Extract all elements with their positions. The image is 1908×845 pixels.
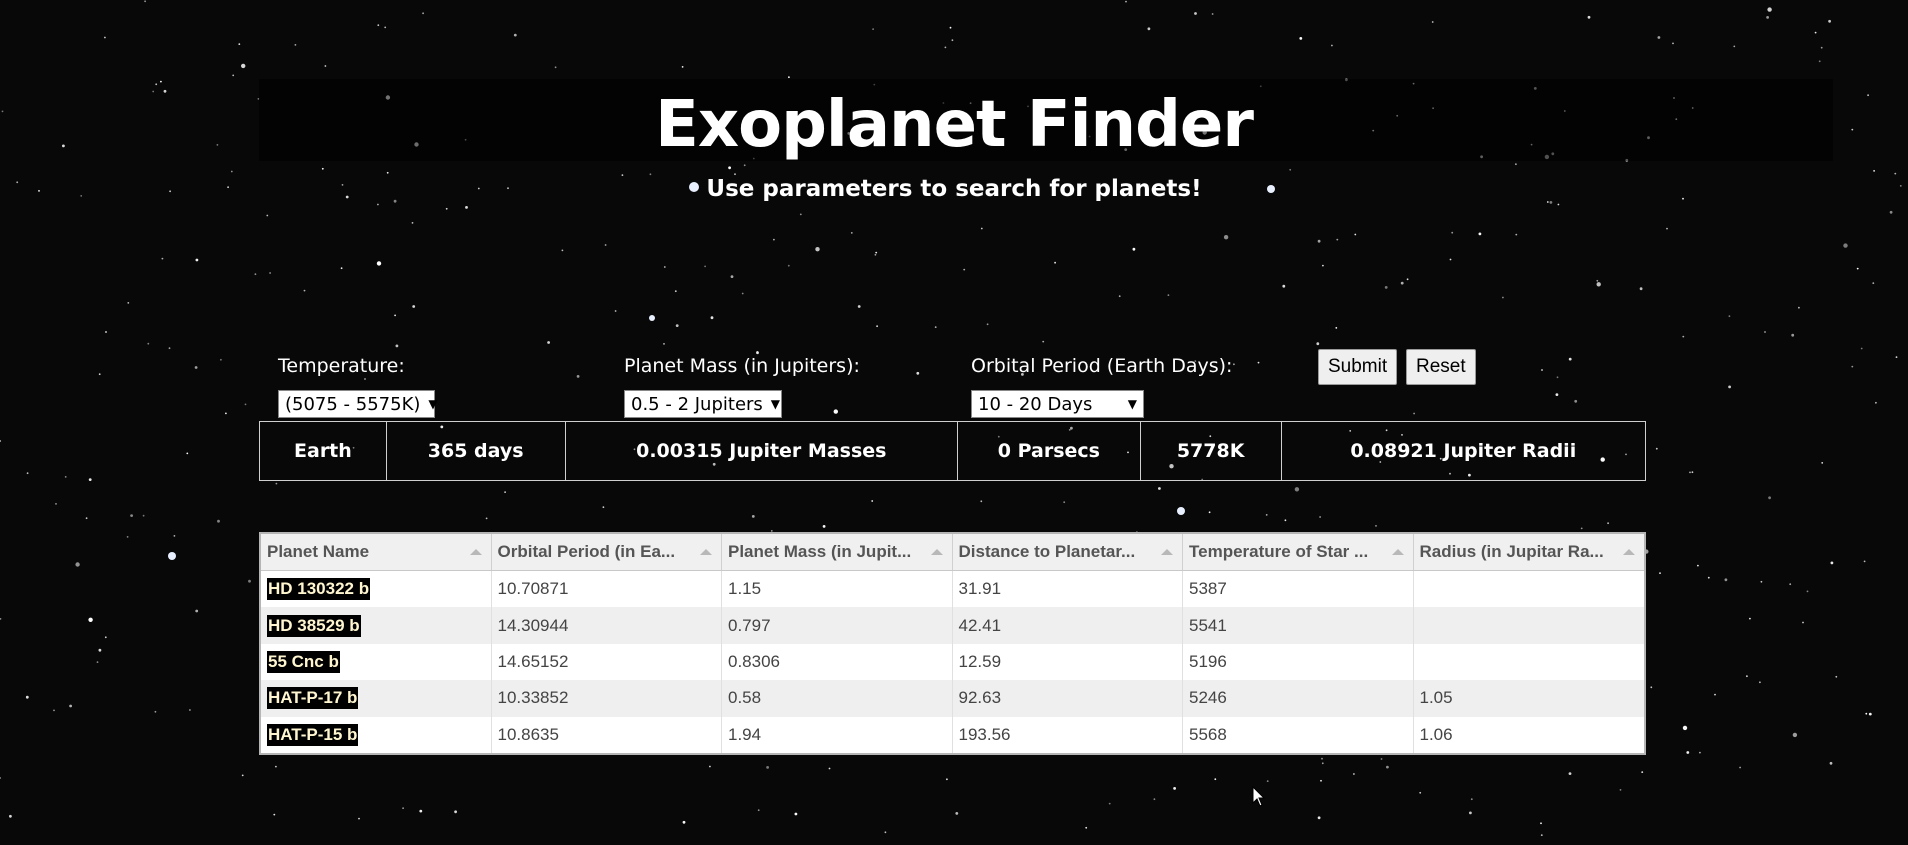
radius-cell: 1.06 (1419, 724, 1453, 744)
sort-up-icon[interactable] (469, 549, 482, 555)
temperature-select[interactable]: (5075 - 5575K) ▼ (278, 390, 438, 418)
mass-label: Planet Mass (in Jupiters): (624, 355, 860, 377)
planet-name: 55 Cnc b (267, 650, 340, 673)
sort-up-icon[interactable] (1161, 549, 1173, 555)
earth-temperature: 5778K (1141, 422, 1282, 480)
planet-name: HD 38529 b (267, 614, 361, 637)
earth-mass: 0.00315 Jupiter Masses (566, 422, 958, 480)
column-header-temperature[interactable]: Temperature of Star ... (1183, 534, 1414, 570)
earth-radius: 0.08921 Jupiter Radii (1350, 440, 1577, 462)
distance-cell: 92.63 (953, 680, 1183, 717)
temperature-cell: 5246 (1183, 680, 1414, 717)
page-title: Exoplanet Finder (655, 88, 1254, 162)
mouse-pointer-icon (1252, 786, 1266, 807)
period-filter: Orbital Period (Earth Days): 10 - 20 Day… (971, 352, 1232, 418)
temperature-cell: 5196 (1183, 643, 1414, 681)
period-label: Orbital Period (Earth Days): (971, 355, 1233, 377)
table-row[interactable]: HD 130322 b 10.70871 1.15 31.91 5387 (261, 571, 1645, 608)
reset-button[interactable]: Reset (1406, 349, 1476, 385)
dropdown-caret-icon: ▼ (428, 397, 438, 411)
table-row[interactable]: 55 Cnc b 14.65152 0.8306 12.59 5196 (261, 643, 1645, 681)
orbital-period-cell: 10.8635 (492, 716, 722, 753)
table-row[interactable]: HD 38529 b 14.30944 0.797 42.41 5541 (261, 607, 1645, 644)
earth-distance: 0 Parsecs (958, 422, 1141, 480)
temperature-cell: 5387 (1183, 571, 1414, 608)
orbital-period-cell: 14.65152 (492, 643, 722, 681)
planet-mass-cell: 0.8306 (722, 643, 953, 681)
radius-cell (1414, 571, 1645, 607)
planet-mass-cell: 1.15 (722, 571, 953, 608)
orbital-period-cell: 14.30944 (492, 607, 722, 644)
submit-button[interactable]: Submit (1318, 349, 1398, 385)
column-header-radius[interactable]: Radius (in Jupitar Ra... (1414, 534, 1645, 570)
sort-up-icon[interactable] (930, 549, 943, 555)
column-header-planet-name[interactable]: Planet Name (261, 534, 492, 570)
distance-cell: 12.59 (953, 643, 1183, 681)
table-row[interactable]: HAT-P-17 b 10.33852 0.58 92.63 5246 1.05 (261, 680, 1644, 717)
radius-cell (1414, 607, 1645, 643)
mass-select[interactable]: 0.5 - 2 Jupiters ▼ (624, 390, 782, 418)
earth-period: 365 days (387, 422, 566, 480)
mass-filter: Planet Mass (in Jupiters): 0.5 - 2 Jupit… (624, 352, 860, 418)
period-select-value: 10 - 20 Days (978, 393, 1093, 415)
grid-header: Planet Name Orbital Period (in Ea... Pla… (261, 534, 1644, 571)
column-header-distance[interactable]: Distance to Planetar... (953, 534, 1183, 570)
mass-select-value: 0.5 - 2 Jupiters (631, 393, 763, 415)
dropdown-caret-icon: ▼ (770, 397, 781, 411)
dropdown-caret-icon: ▼ (1127, 397, 1137, 411)
period-select[interactable]: 10 - 20 Days ▼ (971, 390, 1144, 418)
table-row[interactable]: HAT-P-15 b 10.8635 1.94 193.56 5568 1.06 (261, 716, 1644, 753)
results-grid: Planet Name Orbital Period (in Ea... Pla… (259, 532, 1646, 755)
temperature-cell: 5568 (1183, 716, 1414, 753)
radius-cell: 1.05 (1419, 688, 1453, 708)
sort-up-icon[interactable] (1623, 549, 1635, 555)
planet-mass-cell: 0.58 (722, 680, 953, 717)
sort-up-icon[interactable] (700, 549, 712, 555)
earth-name: Earth (260, 422, 387, 480)
temperature-cell: 5541 (1183, 607, 1414, 644)
radius-cell (1414, 644, 1645, 680)
orbital-period-cell: 10.70871 (492, 571, 722, 608)
temperature-filter: Temperature: (5075 - 5575K) ▼ (278, 352, 438, 418)
planet-mass-cell: 1.94 (722, 716, 953, 753)
column-header-planet-mass[interactable]: Planet Mass (in Jupit... (722, 534, 953, 570)
orbital-period-cell: 10.33852 (492, 680, 722, 717)
distance-cell: 31.91 (953, 571, 1183, 608)
earth-reference-row: Earth 365 days 0.00315 Jupiter Masses 0 … (259, 421, 1646, 481)
temperature-label: Temperature: (278, 355, 405, 377)
distance-cell: 42.41 (953, 607, 1183, 644)
temperature-select-value: (5075 - 5575K) (285, 393, 421, 415)
distance-cell: 193.56 (953, 716, 1183, 753)
planet-name: HD 130322 b (267, 578, 371, 601)
planet-mass-cell: 0.797 (722, 607, 953, 644)
grid-body: HD 130322 b 10.70871 1.15 31.91 5387 HD … (261, 571, 1644, 753)
column-header-orbital-period[interactable]: Orbital Period (in Ea... (492, 534, 722, 570)
page-subtitle: Use parameters to search for planets! (706, 176, 1202, 202)
planet-name: HAT-P-15 b (267, 723, 359, 746)
planet-name: HAT-P-17 b (267, 687, 359, 710)
sort-up-icon[interactable] (1391, 549, 1404, 555)
